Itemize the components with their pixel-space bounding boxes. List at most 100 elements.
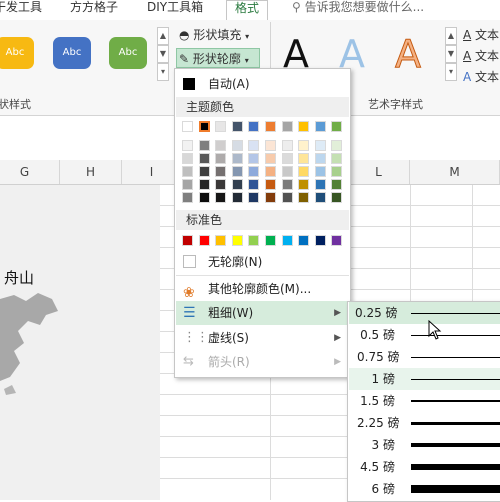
theme-color-swatch[interactable] (281, 153, 293, 164)
theme-color-swatch[interactable] (198, 140, 210, 151)
theme-color-swatch[interactable] (248, 140, 260, 151)
column-header-h[interactable]: H (60, 160, 122, 184)
column-header-g[interactable]: G (0, 160, 60, 184)
gallery-scroll-down[interactable]: ▼ (157, 45, 169, 63)
theme-color-swatch[interactable] (298, 153, 310, 164)
theme-color-swatch[interactable] (248, 166, 260, 177)
theme-color-swatch[interactable] (182, 179, 193, 190)
theme-color-swatch[interactable] (265, 140, 276, 151)
theme-color-swatch[interactable] (231, 140, 243, 151)
theme-color-swatch[interactable] (248, 121, 260, 132)
menu-item-more-outline-colors[interactable]: ❀ 其他轮廓颜色(M)... (176, 277, 349, 301)
theme-color-swatch[interactable] (231, 179, 243, 190)
shape-outline-button[interactable]: ✎ 形状轮廓 ▾ (176, 48, 260, 68)
theme-color-swatch[interactable] (314, 166, 326, 177)
theme-color-swatch[interactable] (314, 121, 326, 132)
theme-color-swatch[interactable] (331, 121, 343, 132)
theme-color-swatch[interactable] (281, 140, 293, 151)
theme-color-swatch[interactable] (265, 153, 276, 164)
weight-option[interactable]: 0.25 磅 (349, 302, 500, 324)
theme-color-swatch[interactable] (215, 121, 227, 132)
menu-item-dashes[interactable]: ⋮⋮ 虚线(S) ▶ (176, 326, 349, 350)
theme-color-swatch[interactable] (215, 192, 227, 203)
shape-style-green[interactable]: Abc (109, 37, 147, 69)
theme-color-swatch[interactable] (314, 179, 326, 190)
standard-color-swatch[interactable] (331, 235, 343, 246)
menu-item-no-outline[interactable]: 无轮廓(N) (176, 250, 349, 274)
theme-color-swatch[interactable] (281, 192, 293, 203)
theme-color-swatch[interactable] (182, 192, 193, 203)
map-picture[interactable]: 舟山 (0, 185, 160, 500)
theme-color-swatch[interactable] (248, 179, 260, 190)
theme-color-swatch[interactable] (215, 153, 227, 164)
text-effects-button[interactable]: A 文本 (463, 68, 499, 85)
text-fill-button[interactable]: A 文本 (463, 26, 499, 43)
theme-color-swatch[interactable] (198, 166, 210, 177)
standard-color-swatch[interactable] (281, 235, 293, 246)
standard-color-swatch[interactable] (314, 235, 326, 246)
theme-color-swatch[interactable] (281, 121, 293, 132)
wordart-more-button[interactable]: ▾ (445, 63, 457, 81)
tab-format[interactable]: 格式 (226, 0, 269, 21)
theme-color-swatch[interactable] (198, 192, 210, 203)
wordart-scroll-up[interactable]: ▲ (445, 27, 457, 45)
tab-fangfang-gezi[interactable]: 方方格子 (70, 0, 118, 20)
text-outline-button[interactable]: A 文本 (463, 47, 499, 64)
theme-color-swatch[interactable] (281, 166, 293, 177)
theme-color-swatch[interactable] (231, 166, 243, 177)
theme-color-swatch[interactable] (182, 121, 193, 132)
theme-color-swatch[interactable] (298, 179, 310, 190)
theme-color-swatch[interactable] (265, 166, 276, 177)
theme-color-swatch[interactable] (331, 140, 343, 151)
weight-option[interactable]: 0.75 磅 (349, 346, 500, 368)
standard-color-swatch[interactable] (231, 235, 243, 246)
standard-color-swatch[interactable] (182, 235, 193, 246)
theme-color-swatch[interactable] (331, 192, 343, 203)
theme-color-swatch[interactable] (281, 179, 293, 190)
wordart-scroll-down[interactable]: ▼ (445, 45, 457, 63)
theme-color-swatch[interactable] (314, 153, 326, 164)
weight-option[interactable]: 2.25 磅 (349, 412, 500, 434)
theme-color-swatch[interactable] (331, 166, 343, 177)
menu-item-weight[interactable]: ☰ 粗细(W) ▶ (176, 301, 349, 325)
weight-option[interactable]: 3 磅 (349, 434, 500, 456)
tab-diy-toolbox[interactable]: DIY工具箱 (147, 0, 203, 20)
theme-color-swatch[interactable] (265, 121, 276, 132)
tab-developer-tools[interactable]: 干发工具 (0, 0, 42, 20)
theme-color-swatch[interactable] (331, 153, 343, 164)
weight-option[interactable]: 4.5 磅 (349, 456, 500, 478)
theme-color-swatch[interactable] (215, 179, 227, 190)
theme-color-swatch[interactable] (198, 153, 210, 164)
theme-color-swatch[interactable] (298, 192, 310, 203)
theme-color-swatch[interactable] (231, 192, 243, 203)
column-header-l[interactable]: L (348, 160, 410, 184)
theme-color-swatch[interactable] (298, 140, 310, 151)
shape-fill-button[interactable]: ◓ 形状填充 ▾ (179, 26, 249, 43)
shape-style-blue[interactable]: Abc (53, 37, 91, 69)
theme-color-swatch[interactable] (231, 153, 243, 164)
column-header-i[interactable]: I (122, 160, 182, 184)
theme-color-swatch[interactable] (231, 121, 243, 132)
theme-color-swatch[interactable] (248, 192, 260, 203)
standard-color-swatch[interactable] (265, 235, 276, 246)
wordart-orange[interactable]: A (395, 32, 422, 77)
theme-color-swatch[interactable] (248, 153, 260, 164)
gallery-more-button[interactable]: ▾ (157, 63, 169, 81)
weight-option[interactable]: 0.5 磅 (349, 324, 500, 346)
standard-color-swatch[interactable] (298, 235, 310, 246)
theme-color-swatch[interactable] (215, 166, 227, 177)
theme-color-swatch[interactable] (182, 140, 193, 151)
standard-color-swatch[interactable] (215, 235, 227, 246)
theme-color-swatch[interactable] (314, 140, 326, 151)
theme-color-swatch[interactable] (182, 153, 193, 164)
theme-color-swatch[interactable] (198, 121, 210, 132)
theme-color-swatch[interactable] (265, 192, 276, 203)
menu-item-automatic[interactable]: 自动(A) (176, 72, 349, 96)
standard-color-swatch[interactable] (198, 235, 210, 246)
standard-color-swatch[interactable] (248, 235, 260, 246)
theme-color-swatch[interactable] (198, 179, 210, 190)
shape-style-orange[interactable]: Abc (0, 37, 34, 69)
theme-color-swatch[interactable] (182, 166, 193, 177)
weight-option[interactable]: 1 磅 (349, 368, 500, 390)
gallery-scroll-up[interactable]: ▲ (157, 27, 169, 45)
